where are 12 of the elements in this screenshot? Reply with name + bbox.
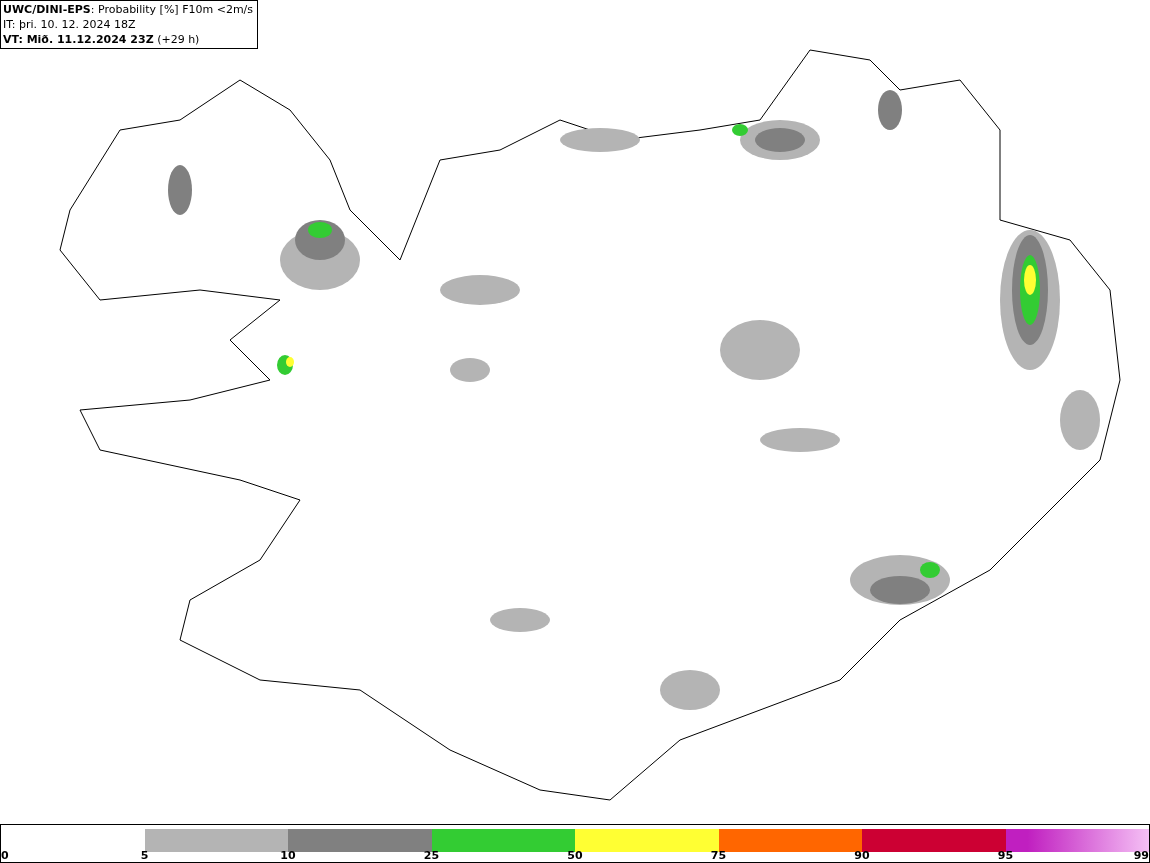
scale-label: 5: [140, 850, 149, 862]
scale-label: 90: [854, 850, 870, 862]
scale-label: 99: [1133, 850, 1149, 862]
title-line: IT: þri. 10. 12. 2024 18Z: [3, 17, 136, 32]
scale-label: 95: [997, 850, 1014, 862]
title-line: UWC/DINI-EPS: Probability [%] F10m <2m/s: [3, 2, 254, 17]
scale-label: 50: [567, 850, 583, 862]
scale-label: 25: [423, 850, 440, 862]
scale-label: 75: [710, 850, 727, 862]
scale-label: 0: [1, 850, 9, 862]
scale-label: 10: [280, 850, 296, 862]
title-line: VT: Mið. 11.12.2024 23Z (+29 h): [3, 32, 200, 47]
